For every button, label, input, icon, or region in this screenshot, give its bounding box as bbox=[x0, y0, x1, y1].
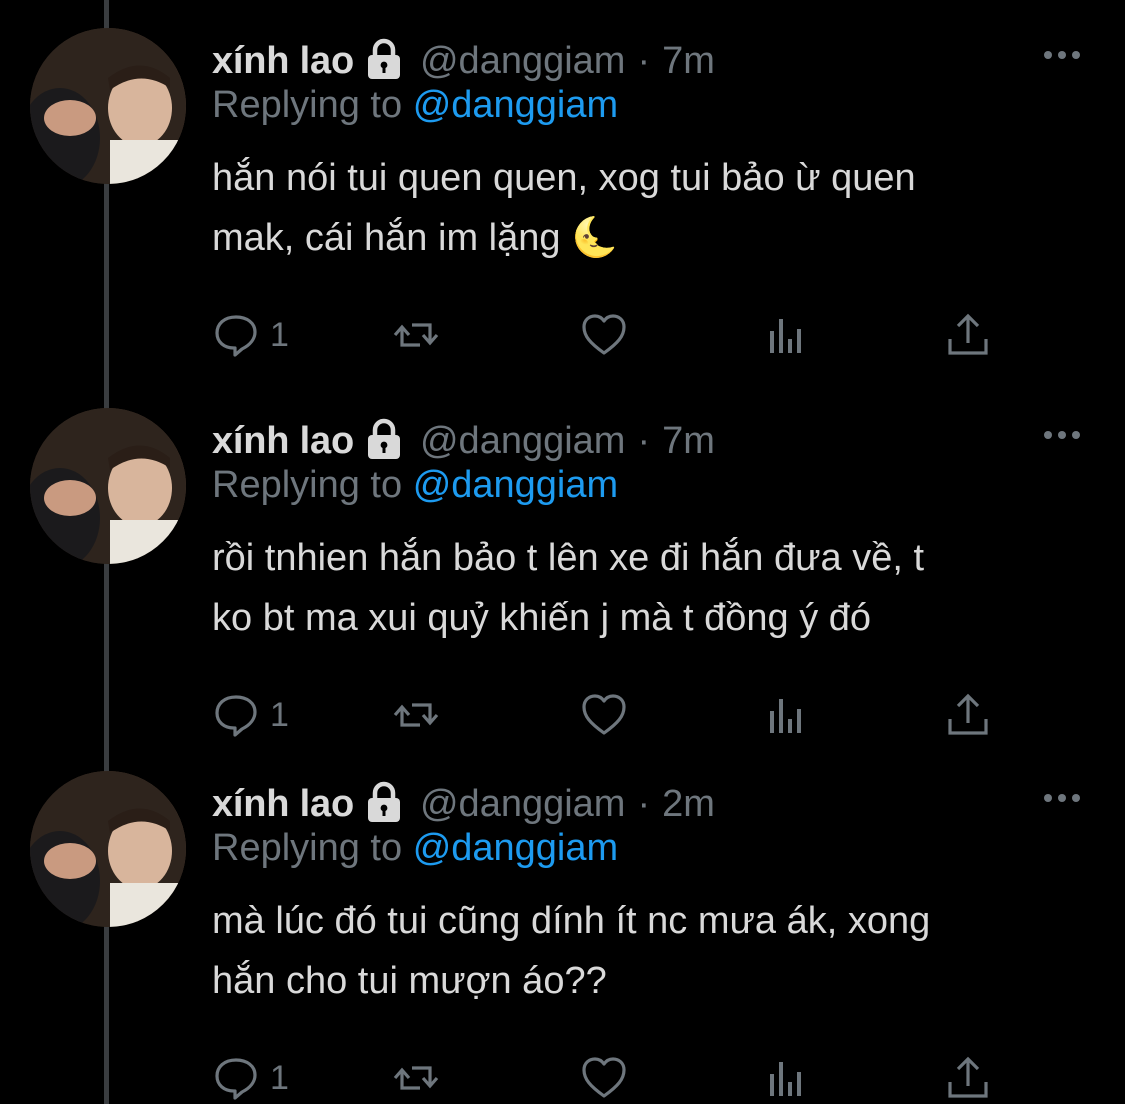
action-bar: 1 bbox=[212, 310, 1012, 360]
more-icon bbox=[1040, 40, 1084, 70]
replying-prefix: Replying to bbox=[212, 84, 403, 126]
display-name[interactable]: xính lao bbox=[212, 40, 354, 83]
tweet-header: xính lao @danggiam · 2m bbox=[212, 779, 715, 829]
lock-icon bbox=[362, 418, 406, 461]
tweet-text-line: hắn cho tui mượn áo?? bbox=[212, 960, 607, 1002]
share-button[interactable] bbox=[944, 310, 992, 360]
user-handle[interactable]: @danggiam bbox=[420, 420, 625, 463]
separator-dot: · bbox=[637, 782, 651, 825]
separator-dot: · bbox=[637, 39, 651, 82]
avatar[interactable] bbox=[30, 771, 186, 927]
like-button[interactable] bbox=[580, 1053, 628, 1103]
action-bar: 1 bbox=[212, 1053, 1012, 1103]
separator-dot: · bbox=[637, 419, 651, 462]
analytics-icon bbox=[764, 311, 812, 359]
heart-icon bbox=[580, 1054, 628, 1102]
retweet-icon bbox=[392, 691, 440, 739]
replying-to: Replying to @danggiam bbox=[212, 827, 618, 870]
analytics-icon bbox=[764, 1054, 812, 1102]
reply-icon bbox=[212, 311, 260, 359]
timestamp[interactable]: 2m bbox=[662, 783, 715, 826]
reply-count: 1 bbox=[270, 695, 289, 734]
reply-button[interactable]: 1 bbox=[212, 690, 289, 740]
user-handle[interactable]: @danggiam bbox=[420, 783, 625, 826]
analytics-button[interactable] bbox=[764, 310, 812, 360]
display-name[interactable]: xính lao bbox=[212, 420, 354, 463]
reply-count: 1 bbox=[270, 1058, 289, 1097]
reply-button[interactable]: 1 bbox=[212, 1053, 289, 1103]
tweet-text-line: mak, cái hắn im lặng 🌜 bbox=[212, 217, 619, 259]
action-bar: 1 bbox=[212, 690, 1012, 740]
tweet-text-line: hắn nói tui quen quen, xog tui bảo ừ que… bbox=[212, 157, 916, 199]
tweet-text-line: ko bt ma xui quỷ khiến j mà t đồng ý đó bbox=[212, 597, 872, 639]
more-options-button[interactable] bbox=[1040, 40, 1084, 70]
replying-mention-link[interactable]: @danggiam bbox=[413, 464, 618, 506]
tweet-text: hắn nói tui quen quen, xog tui bảo ừ que… bbox=[212, 148, 1092, 268]
reply-count: 1 bbox=[270, 315, 289, 354]
like-button[interactable] bbox=[580, 310, 628, 360]
like-button[interactable] bbox=[580, 690, 628, 740]
retweet-button[interactable] bbox=[392, 310, 440, 360]
tweet-text: rồi tnhien hắn bảo t lên xe đi hắn đưa v… bbox=[212, 528, 1092, 648]
timestamp[interactable]: 7m bbox=[662, 420, 715, 463]
heart-icon bbox=[580, 311, 628, 359]
tweet-text-line: rồi tnhien hắn bảo t lên xe đi hắn đưa v… bbox=[212, 537, 925, 579]
display-name[interactable]: xính lao bbox=[212, 783, 354, 826]
tweet-header: xính lao @danggiam · 7m bbox=[212, 416, 715, 466]
reply-icon bbox=[212, 1054, 260, 1102]
replying-to: Replying to @danggiam bbox=[212, 84, 618, 127]
user-handle[interactable]: @danggiam bbox=[420, 40, 625, 83]
lock-icon bbox=[362, 38, 406, 81]
avatar[interactable] bbox=[30, 408, 186, 564]
retweet-button[interactable] bbox=[392, 690, 440, 740]
share-button[interactable] bbox=[944, 1053, 992, 1103]
analytics-button[interactable] bbox=[764, 1053, 812, 1103]
avatar[interactable] bbox=[30, 28, 186, 184]
more-icon bbox=[1040, 420, 1084, 450]
tweet-header: xính lao @danggiam · 7m bbox=[212, 36, 715, 86]
share-icon bbox=[944, 311, 992, 359]
share-icon bbox=[944, 691, 992, 739]
more-icon bbox=[1040, 783, 1084, 813]
more-options-button[interactable] bbox=[1040, 420, 1084, 450]
analytics-icon bbox=[764, 691, 812, 739]
tweet-text-line: mà lúc đó tui cũng dính ít nc mưa ák, xo… bbox=[212, 900, 931, 942]
replying-prefix: Replying to bbox=[212, 464, 403, 506]
replying-prefix: Replying to bbox=[212, 827, 403, 869]
tweet-text: mà lúc đó tui cũng dính ít nc mưa ák, xo… bbox=[212, 891, 1092, 1011]
lock-icon bbox=[362, 781, 406, 824]
reply-button[interactable]: 1 bbox=[212, 310, 289, 360]
replying-mention-link[interactable]: @danggiam bbox=[413, 827, 618, 869]
reply-icon bbox=[212, 691, 260, 739]
heart-icon bbox=[580, 691, 628, 739]
share-button[interactable] bbox=[944, 690, 992, 740]
retweet-icon bbox=[392, 1054, 440, 1102]
timestamp[interactable]: 7m bbox=[662, 40, 715, 83]
analytics-button[interactable] bbox=[764, 690, 812, 740]
retweet-button[interactable] bbox=[392, 1053, 440, 1103]
share-icon bbox=[944, 1054, 992, 1102]
replying-mention-link[interactable]: @danggiam bbox=[413, 84, 618, 126]
replying-to: Replying to @danggiam bbox=[212, 464, 618, 507]
retweet-icon bbox=[392, 311, 440, 359]
more-options-button[interactable] bbox=[1040, 783, 1084, 813]
